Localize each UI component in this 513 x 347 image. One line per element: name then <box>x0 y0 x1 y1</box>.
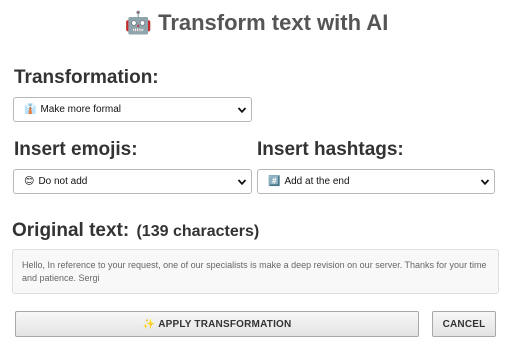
emojis-select[interactable]: 😊 Do not add <box>13 169 252 194</box>
chevron-down-icon <box>480 179 490 186</box>
apply-button-label: APPLY TRANSFORMATION <box>158 318 292 330</box>
robot-icon: 🤖 <box>124 10 153 35</box>
chevron-down-icon <box>237 179 247 186</box>
smiley-icon: 😊 <box>24 176 35 187</box>
emojis-label: Insert emojis: <box>14 139 138 160</box>
transformation-selected-value: Make more formal <box>40 104 122 115</box>
cancel-button-label: CANCEL <box>442 318 486 330</box>
character-count: (139 characters) <box>136 223 260 240</box>
original-text-label: Original text: (139 characters) <box>12 220 259 242</box>
transform-dialog: 🤖 Transform text with AI Transformation: … <box>0 0 513 347</box>
hashtags-select[interactable]: #️⃣ Add at the end <box>257 169 495 194</box>
hash-icon: #️⃣ <box>268 176 281 187</box>
transformation-select[interactable]: 👔 Make more formal <box>13 97 252 122</box>
hashtags-selected-value: Add at the end <box>284 176 350 187</box>
page-title: 🤖 Transform text with AI <box>0 10 513 36</box>
chevron-down-icon <box>237 107 247 114</box>
necktie-icon: 👔 <box>24 104 37 115</box>
apply-transformation-button[interactable]: ✨ APPLY TRANSFORMATION <box>15 311 419 337</box>
original-text-heading: Original text: <box>12 220 130 241</box>
transformation-label: Transformation: <box>14 67 159 88</box>
emojis-selected-value: Do not add <box>38 176 88 187</box>
sparkles-icon: ✨ <box>142 318 156 330</box>
cancel-button[interactable]: CANCEL <box>432 311 496 337</box>
page-title-text: Transform text with AI <box>158 10 389 35</box>
hashtags-label: Insert hashtags: <box>257 139 404 160</box>
original-text-box[interactable]: Hello, In reference to your request, one… <box>12 249 499 294</box>
